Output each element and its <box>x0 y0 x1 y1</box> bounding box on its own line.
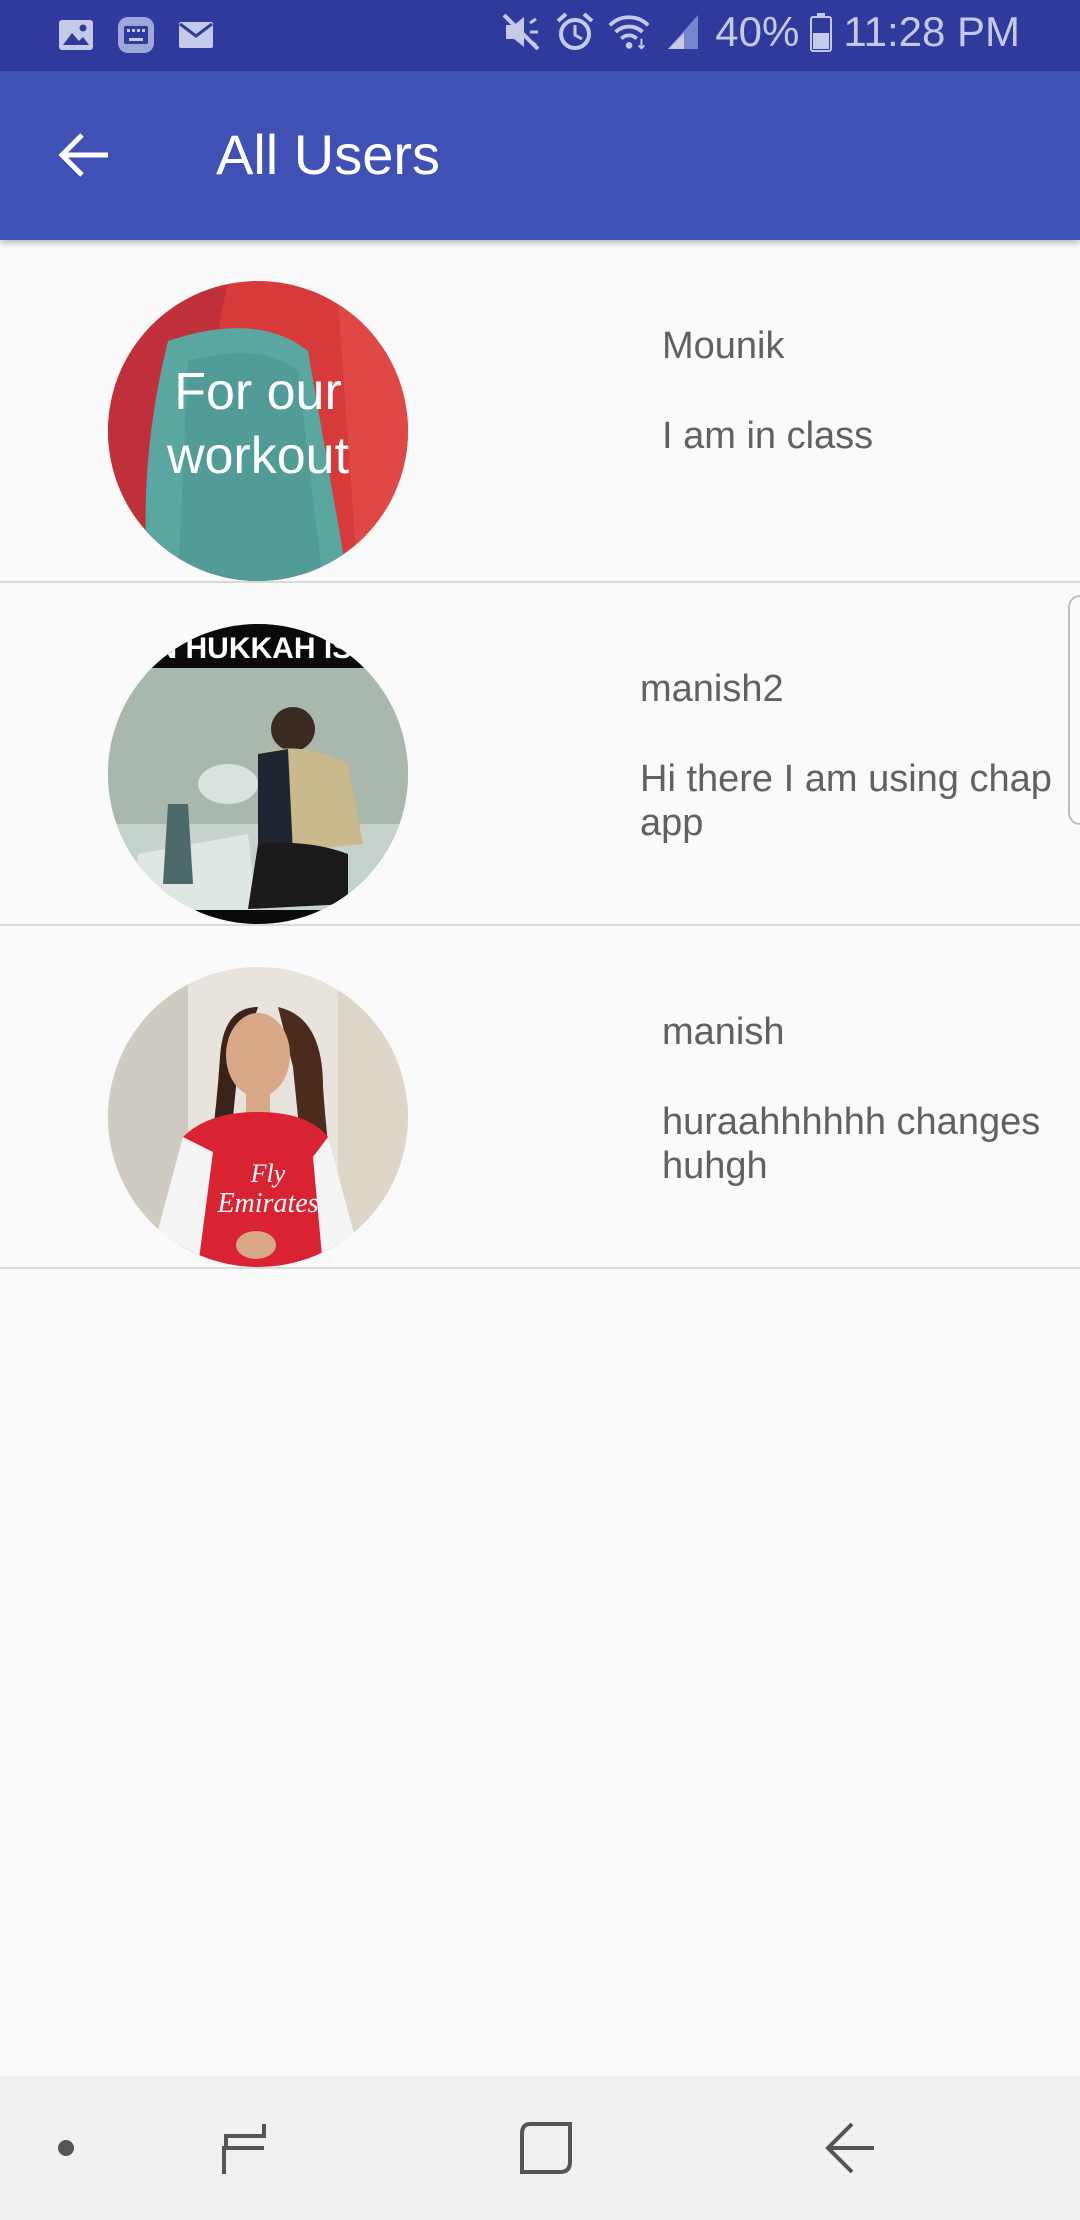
navigation-bar <box>0 2076 1080 2220</box>
list-item[interactable]: For our workout Mounik I am in class <box>0 240 1080 583</box>
clock: 11:28 PM <box>843 8 1020 55</box>
notification-icons <box>56 16 216 54</box>
system-back-button[interactable] <box>810 2108 890 2188</box>
battery-icon <box>809 10 833 54</box>
avatar-caption-line-2: workout <box>166 427 350 485</box>
mute-icon <box>499 10 543 54</box>
avatar[interactable]: For our workout <box>108 281 408 581</box>
list-item[interactable]: Fly Emirates manish huraahhhhhh changes … <box>0 926 1080 1269</box>
alarm-icon <box>553 10 597 54</box>
user-name: Mounik <box>662 325 785 367</box>
app-bar: All Users <box>0 71 1080 240</box>
signal-icon <box>661 10 705 54</box>
avatar-caption-line-1: Fly <box>250 1159 286 1188</box>
dot-icon <box>58 2140 74 2156</box>
mail-icon <box>176 16 216 54</box>
home-icon <box>520 2122 572 2174</box>
user-status: I am in class <box>662 415 874 457</box>
arrow-left-icon <box>58 133 108 177</box>
back-button[interactable] <box>40 111 128 199</box>
avatar-caption-line-1: For our <box>174 363 342 421</box>
recent-apps-icon <box>222 2124 266 2174</box>
avatar-caption-line-2: Emirates <box>216 1188 318 1219</box>
user-status: huraahhhhhh changes huhgh <box>662 1101 1041 1187</box>
scroll-handle[interactable] <box>1068 595 1080 825</box>
status-bar: 40% 11:28 PM <box>0 0 1080 71</box>
avatar[interactable]: Fly Emirates <box>108 967 408 1267</box>
system-status: 40% 11:28 PM <box>499 8 1020 56</box>
battery-percent: 40% <box>715 8 800 55</box>
home-button[interactable] <box>506 2108 586 2188</box>
user-name: manish <box>662 1011 785 1053</box>
avatar-caption: EN HUKKAH IS E <box>135 632 380 665</box>
user-status: Hi there I am using chap app <box>640 758 1052 844</box>
wifi-icon <box>607 10 651 54</box>
gallery-icon <box>56 16 96 54</box>
back-icon <box>825 2122 874 2174</box>
keyboard-icon <box>116 16 156 54</box>
nav-dot-button[interactable] <box>26 2108 106 2188</box>
user-name: manish2 <box>640 668 784 710</box>
avatar[interactable]: EN HUKKAH IS E <box>108 624 408 924</box>
user-list[interactable]: For our workout Mounik I am in class EN … <box>0 240 1080 1269</box>
list-item[interactable]: EN HUKKAH IS E manish2 Hi there I am usi… <box>0 583 1080 926</box>
recent-apps-button[interactable] <box>204 2108 284 2188</box>
page-title: All Users <box>216 123 441 186</box>
